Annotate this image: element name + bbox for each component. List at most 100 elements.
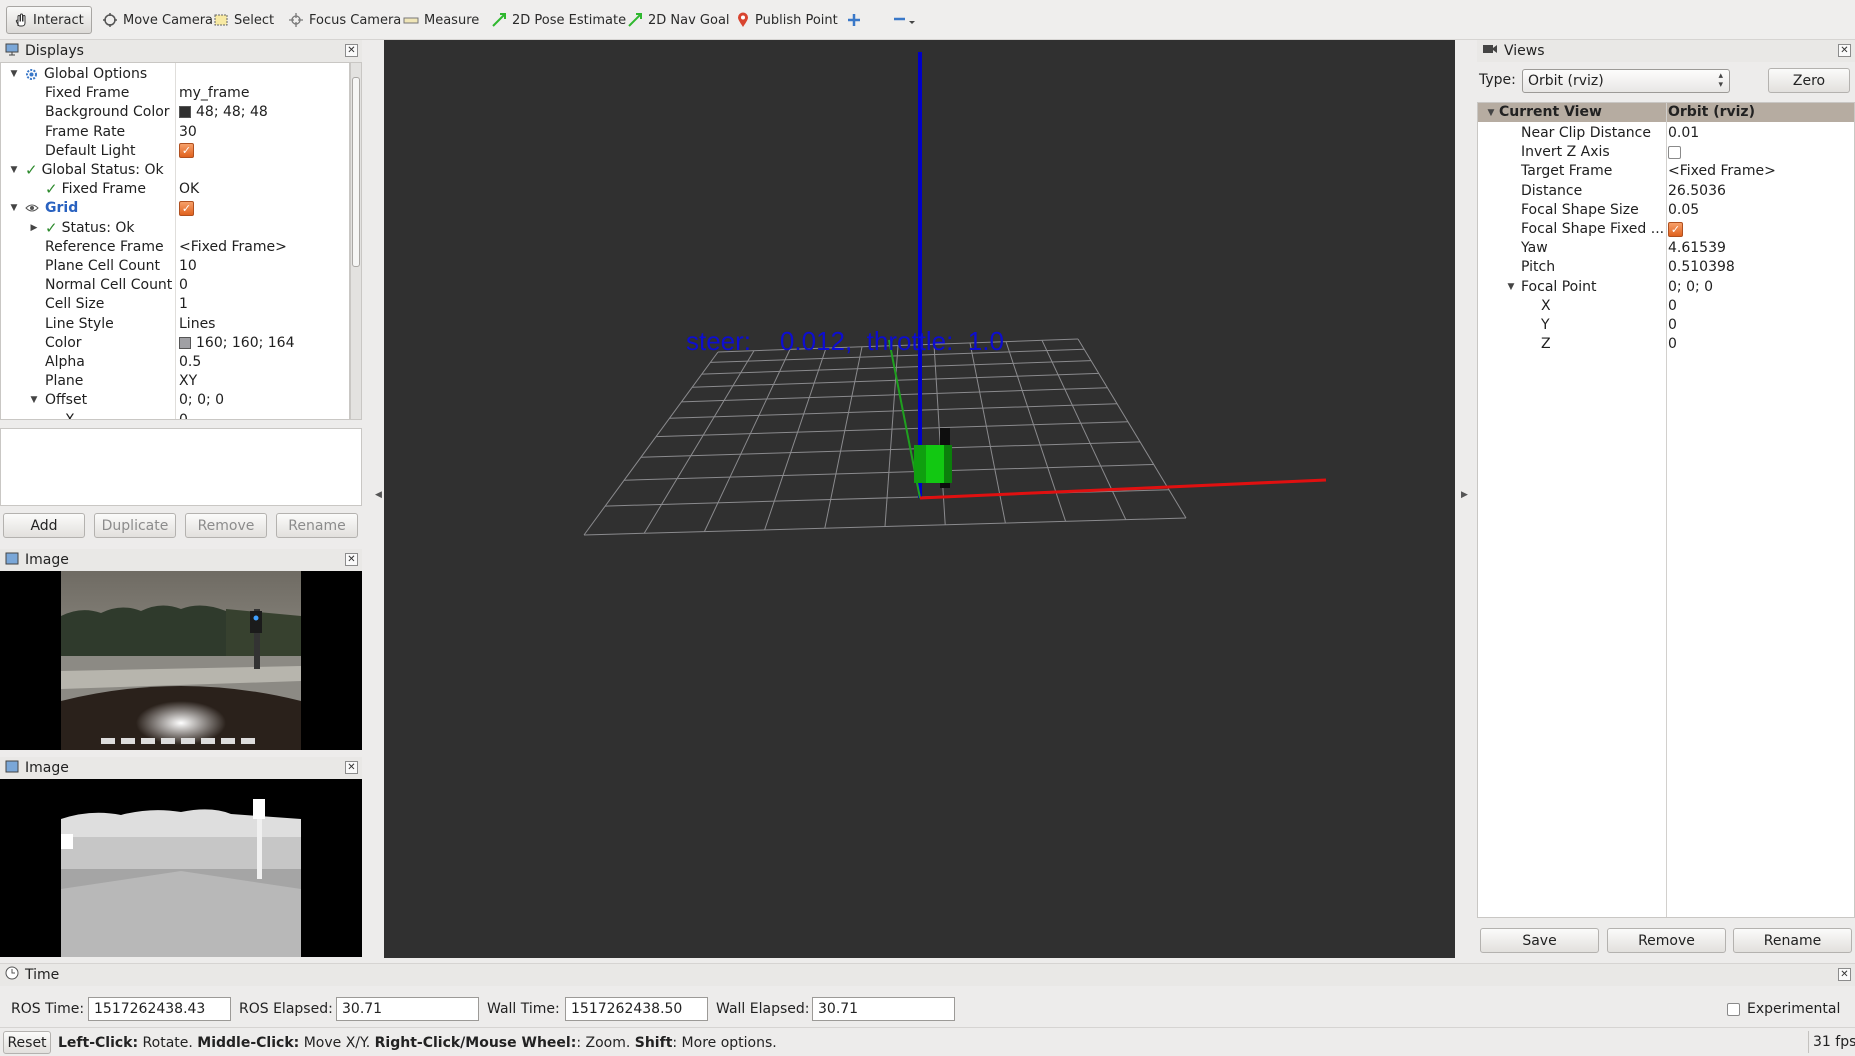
property-value[interactable]: 0	[179, 410, 188, 419]
experimental-checkbox[interactable]	[1727, 1003, 1740, 1016]
display-row-alpha[interactable]: Alpha 0.5	[1, 353, 349, 372]
wall-elapsed-field[interactable]: 30.71	[812, 997, 955, 1021]
display-row-plane[interactable]: Plane XY	[1, 372, 349, 391]
display-row-plane-cell-count[interactable]: Plane Cell Count 10	[1, 257, 349, 276]
display-row-default-light[interactable]: Default Light ✓	[1, 141, 349, 160]
view-row-focal-point[interactable]: ▼ Focal Point 0; 0; 0	[1478, 277, 1854, 296]
checked-checkbox[interactable]: ✓	[179, 143, 194, 159]
display-row-fixed-frame[interactable]: ✓ Fixed Frame OK	[1, 180, 349, 199]
close-icon[interactable]: ✕	[1838, 44, 1851, 57]
add-tool-button[interactable]	[842, 6, 866, 34]
display-row-reference-frame[interactable]: Reference Frame <Fixed Frame>	[1, 237, 349, 256]
view-type-dropdown[interactable]: Orbit (rviz) ▴ ▾	[1522, 69, 1730, 93]
view-row-focal-shape-fixed[interactable]: Focal Shape Fixed ... ✓	[1478, 220, 1854, 239]
zero-view-button[interactable]: Zero	[1768, 68, 1850, 93]
view-row-x[interactable]: X0	[1478, 296, 1854, 315]
property-value[interactable]: 0.510398	[1668, 258, 1735, 277]
expand-open-icon[interactable]: ▼	[9, 161, 19, 180]
view-row-yaw[interactable]: Yaw 4.61539	[1478, 239, 1854, 258]
property-value[interactable]: 0.01	[1668, 124, 1699, 143]
property-value[interactable]: 0.05	[1668, 200, 1699, 219]
view-row-z[interactable]: Z0	[1478, 335, 1854, 354]
property-value[interactable]: 0; 0; 0	[179, 391, 224, 410]
view-row-distance[interactable]: Distance 26.5036	[1478, 181, 1854, 200]
property-value[interactable]: ✓	[1668, 220, 1683, 239]
property-value[interactable]: 30	[179, 122, 197, 141]
property-value[interactable]: 48; 48; 48	[179, 103, 268, 122]
2d-nav-goal-tool-button[interactable]: 2D Nav Goal	[622, 6, 735, 34]
remove-display-button[interactable]: Remove	[185, 513, 267, 538]
display-row-global-status-ok[interactable]: ▼ ✓ Global Status: Ok	[1, 161, 349, 180]
property-value[interactable]: XY	[179, 372, 197, 391]
display-row-fixed-frame[interactable]: Fixed Frame my_frame	[1, 84, 349, 103]
view-row-pitch[interactable]: Pitch 0.510398	[1478, 258, 1854, 277]
publish-point-tool-button[interactable]: Publish Point	[731, 6, 843, 34]
expand-open-icon[interactable]: ▼	[1506, 277, 1516, 296]
view-row-invert-z-axis[interactable]: Invert Z Axis	[1478, 143, 1854, 162]
property-value[interactable]: 0	[1668, 335, 1677, 354]
display-row-global-options[interactable]: ▼ Global Options	[1, 65, 349, 84]
rename-view-button[interactable]: Rename	[1733, 928, 1852, 953]
move-camera-tool-button[interactable]: Move Camera	[97, 6, 218, 34]
property-value[interactable]	[1668, 143, 1681, 162]
rename-display-button[interactable]: Rename	[276, 513, 358, 538]
checked-checkbox[interactable]: ✓	[179, 200, 194, 216]
add-display-button[interactable]: Add	[3, 513, 85, 538]
property-value[interactable]: ✓	[179, 199, 194, 218]
displays-scrollbar[interactable]	[350, 62, 362, 420]
reset-button[interactable]: Reset	[3, 1031, 51, 1054]
ros-elapsed-field[interactable]: 30.71	[336, 997, 479, 1021]
property-value[interactable]: 0	[179, 276, 188, 295]
interact-tool-button[interactable]: Interact	[6, 6, 92, 34]
property-value[interactable]: my_frame	[179, 84, 249, 103]
expand-closed-icon[interactable]: ▶	[29, 218, 39, 237]
display-row-offset[interactable]: ▼ Offset 0; 0; 0	[1, 391, 349, 410]
duplicate-display-button[interactable]: Duplicate	[94, 513, 176, 538]
display-row-status-ok[interactable]: ▶ ✓ Status: Ok	[1, 218, 349, 237]
property-value[interactable]: 0	[1668, 296, 1677, 315]
view-row-target-frame[interactable]: Target Frame <Fixed Frame>	[1478, 162, 1854, 181]
display-row-cell-size[interactable]: Cell Size 1	[1, 295, 349, 314]
unchecked-checkbox[interactable]	[1668, 145, 1681, 159]
property-value[interactable]: 26.5036	[1668, 181, 1726, 200]
remove-view-button[interactable]: Remove	[1607, 928, 1726, 953]
view-row-y[interactable]: Y0	[1478, 316, 1854, 335]
property-value[interactable]: OK	[179, 180, 199, 199]
save-view-button[interactable]: Save	[1480, 928, 1599, 953]
expand-open-icon[interactable]: ▼	[9, 199, 19, 218]
3d-viewport[interactable]: steer: 0.012, throttle: 1.0	[384, 40, 1455, 958]
scrollbar-thumb[interactable]	[352, 77, 360, 267]
expand-open-icon[interactable]: ▼	[29, 391, 39, 410]
focus-camera-tool-button[interactable]: Focus Camera	[283, 6, 406, 34]
close-icon[interactable]: ✕	[345, 44, 358, 57]
display-row-x[interactable]: X0	[1, 410, 349, 419]
view-row-focal-shape-size[interactable]: Focal Shape Size 0.05	[1478, 200, 1854, 219]
display-row-line-style[interactable]: Line Style Lines	[1, 314, 349, 333]
property-value[interactable]: 10	[179, 257, 197, 276]
wall-time-field[interactable]: 1517262438.50	[565, 997, 708, 1021]
close-icon[interactable]: ✕	[345, 761, 358, 774]
property-value[interactable]: Lines	[179, 314, 215, 333]
right-dock-splitter[interactable]: ▶	[1455, 40, 1475, 958]
property-value[interactable]: ✓	[179, 141, 194, 160]
property-value[interactable]: <Fixed Frame>	[179, 237, 287, 256]
ros-time-field[interactable]: 1517262438.43	[88, 997, 231, 1021]
view-row-near-clip-distance[interactable]: Near Clip Distance 0.01	[1478, 124, 1854, 143]
checked-checkbox[interactable]: ✓	[1668, 221, 1683, 237]
color-swatch[interactable]	[179, 336, 191, 349]
display-row-normal-cell-count[interactable]: Normal Cell Count 0	[1, 276, 349, 295]
property-value[interactable]: 0.5	[179, 353, 201, 372]
property-value[interactable]: <Fixed Frame>	[1668, 162, 1776, 181]
display-row-frame-rate[interactable]: Frame Rate 30	[1, 122, 349, 141]
display-row-background-color[interactable]: Background Color 48; 48; 48	[1, 103, 349, 122]
display-row-color[interactable]: Color 160; 160; 164	[1, 333, 349, 352]
select-tool-button[interactable]: Select	[208, 6, 279, 34]
close-icon[interactable]: ✕	[1838, 968, 1851, 981]
2d-pose-estimate-tool-button[interactable]: 2D Pose Estimate	[486, 6, 631, 34]
property-value[interactable]: 0	[1668, 316, 1677, 335]
measure-tool-button[interactable]: Measure	[398, 6, 484, 34]
property-value[interactable]: 4.61539	[1668, 239, 1726, 258]
remove-tool-menu-button[interactable]	[887, 6, 923, 34]
property-value[interactable]: 160; 160; 164	[179, 333, 295, 352]
close-icon[interactable]: ✕	[345, 553, 358, 566]
